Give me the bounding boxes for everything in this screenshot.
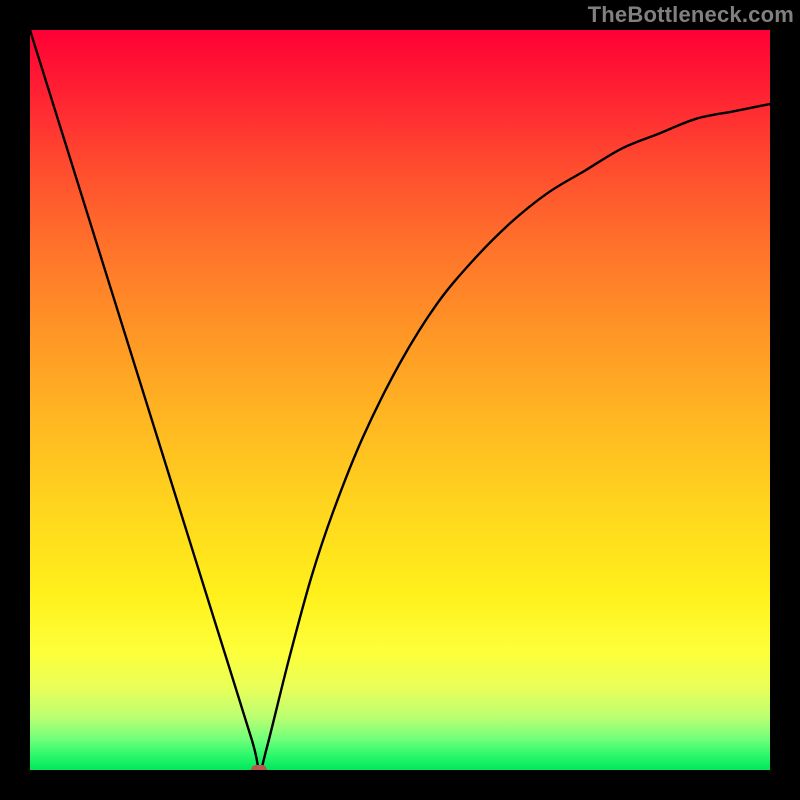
watermark-text: TheBottleneck.com xyxy=(588,2,794,28)
plot-area xyxy=(30,30,770,770)
min-bottleneck-marker xyxy=(251,765,267,770)
chart-frame: TheBottleneck.com xyxy=(0,0,800,800)
bottleneck-curve xyxy=(30,30,770,770)
curve-svg xyxy=(30,30,770,770)
